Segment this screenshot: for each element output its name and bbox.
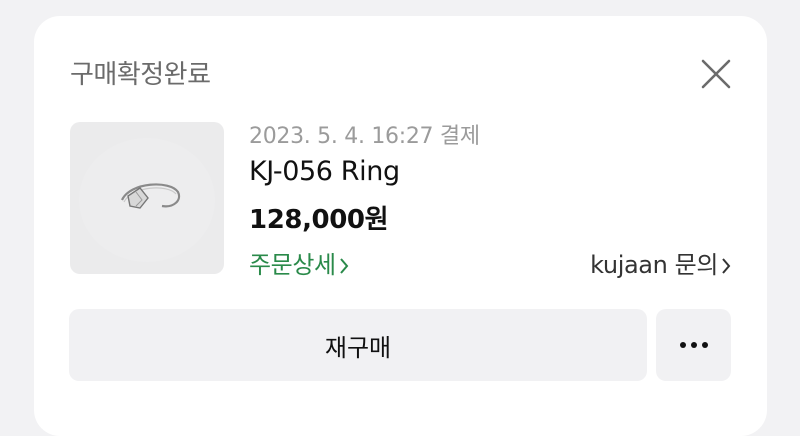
close-button[interactable] [698,56,734,92]
product-thumbnail[interactable] [70,122,224,274]
close-icon [701,59,731,89]
order-detail-link[interactable]: 주문상세 [249,245,349,280]
chevron-right-icon [339,258,349,274]
product-name[interactable]: KJ-056 Ring [249,156,400,187]
order-status-title: 구매확정완료 [70,60,211,90]
seller-inquiry-link[interactable]: kujaan 문의 [590,245,731,280]
order-detail-label: 주문상세 [249,251,336,279]
rebuy-label: 재구매 [324,333,392,362]
seller-inquiry-label: kujaan 문의 [590,251,718,279]
more-dots-icon [679,342,708,348]
chevron-right-icon [722,258,731,274]
more-options-button[interactable] [656,309,731,381]
ring-image [79,138,215,262]
order-date: 2023. 5. 4. 16:27 결제 [249,124,480,149]
order-card: 구매확정완료 2023. 5. 4. 16:27 결제 KJ-056 Ring … [34,16,767,436]
product-price: 128,000원 [249,205,389,235]
rebuy-button[interactable]: 재구매 [69,309,647,381]
